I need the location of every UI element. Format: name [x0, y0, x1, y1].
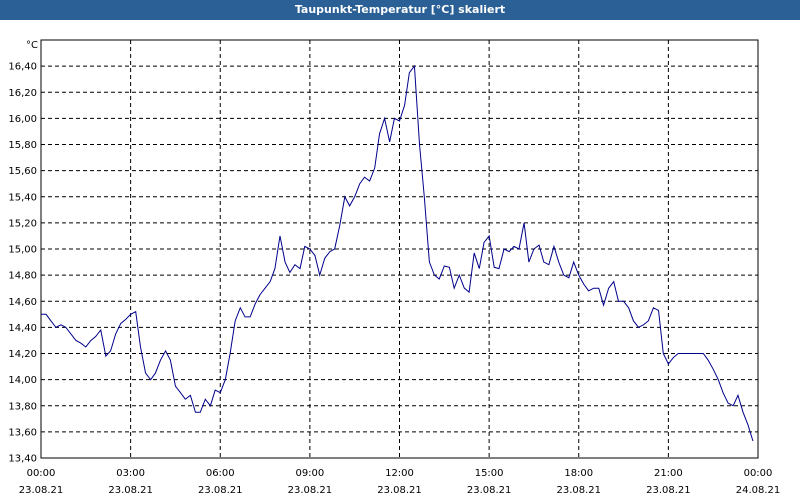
- y-tick-label: 15,00: [8, 245, 37, 256]
- x-tick-date-label: 23.08.21: [108, 485, 153, 496]
- y-tick-label: 16,00: [8, 114, 37, 125]
- x-tick-date-label: 23.08.21: [467, 485, 512, 496]
- y-tick-label: 14,00: [8, 375, 37, 386]
- x-tick-time-label: 12:00: [385, 468, 414, 479]
- y-tick-label: 16,40: [8, 62, 37, 73]
- chart-title: Taupunkt-Temperatur [°C] skaliert: [0, 0, 800, 20]
- y-axis-unit-label: °C: [26, 40, 38, 51]
- x-tick-time-label: 03:00: [116, 468, 145, 479]
- y-tick-label: 15,20: [8, 218, 37, 229]
- x-axis-tick-labels: 00:00 23.08.21 03:00 23.08.21 06:00 23.08.21 0…: [19, 468, 781, 496]
- y-tick-label: 13,60: [8, 427, 37, 438]
- x-tick-time-label: 15:00: [475, 468, 504, 479]
- y-tick-label: 13,80: [8, 401, 37, 412]
- x-tick-time-label: 00:00: [27, 468, 56, 479]
- y-tick-label: 16,20: [8, 88, 37, 99]
- y-tick-label: 13,40: [8, 454, 37, 465]
- x-tick-time-label: 06:00: [206, 468, 235, 479]
- line-chart: °C 13,40 13,60 13,80 14,00 14,20 14,40 14,60 14…: [8, 39, 781, 496]
- y-tick-label: 14,20: [8, 349, 37, 360]
- x-tick-time-label: 00:00: [744, 468, 773, 479]
- x-tick-date-label: 23.08.21: [19, 485, 64, 496]
- y-tick-label: 15,60: [8, 166, 37, 177]
- x-tick-date-label: 23.08.21: [646, 485, 691, 496]
- chart-window: Taupunkt-Temperatur [°C] skaliert °C 13,…: [0, 0, 800, 500]
- x-tick-date-label: 23.08.21: [198, 485, 243, 496]
- x-tick-time-label: 18:00: [564, 468, 593, 479]
- y-tick-label: 14,40: [8, 323, 37, 334]
- x-tick-time-label: 21:00: [654, 468, 683, 479]
- x-tick-date-label: 23.08.21: [377, 485, 422, 496]
- y-tick-label: 15,40: [8, 192, 37, 203]
- x-tick-date-label: 24.08.21: [736, 485, 781, 496]
- y-axis-tick-labels: 13,40 13,60 13,80 14,00 14,20 14,40 14,60 14,80…: [8, 62, 37, 465]
- x-tick-time-label: 09:00: [295, 468, 324, 479]
- y-tick-label: 15,80: [8, 140, 37, 151]
- grid-lines: [41, 40, 758, 458]
- y-tick-label: 14,60: [8, 297, 37, 308]
- x-tick-date-label: 23.08.21: [288, 485, 333, 496]
- y-tick-label: 14,80: [8, 271, 37, 282]
- series-line-dewpoint: [41, 64, 754, 442]
- x-tick-date-label: 23.08.21: [556, 485, 601, 496]
